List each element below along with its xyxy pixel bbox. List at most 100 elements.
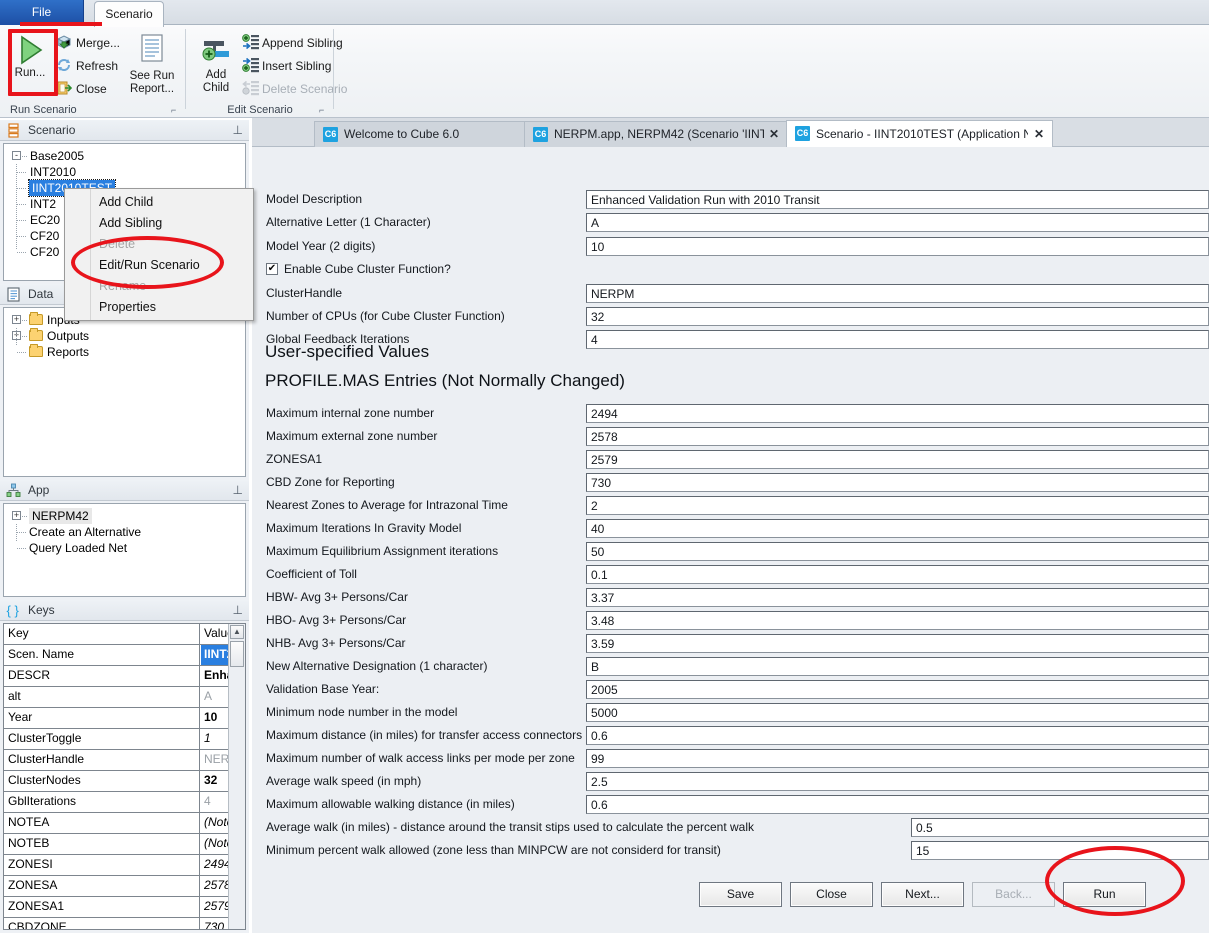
context-menu-item-properties[interactable]: Properties: [65, 297, 253, 318]
table-row[interactable]: ZONESA 2578: [4, 876, 245, 897]
average-walk-speed-input[interactable]: 2.5: [586, 772, 1209, 791]
table-row[interactable]: ZONESI 2494: [4, 855, 245, 876]
expand-toggle-icon[interactable]: +: [12, 511, 21, 520]
value-cell[interactable]: (Note: [201, 813, 229, 833]
global-feedback-iterations-input[interactable]: 4: [586, 330, 1209, 349]
scrollbar-thumb[interactable]: [230, 641, 244, 667]
number-of-cpus-input[interactable]: 32: [586, 307, 1209, 326]
hbo-persons-car-input[interactable]: 3.48: [586, 611, 1209, 630]
add-child-line2: Child: [190, 82, 242, 95]
tree-item-int2010[interactable]: INT2010: [4, 164, 245, 180]
tab-scenario[interactable]: Scenario: [94, 1, 164, 27]
tree-item-create-alternative[interactable]: Create an Alternative: [4, 524, 245, 540]
form-row-hbo-persons-car: HBO- Avg 3+ Persons/Car 3.48: [252, 610, 1209, 633]
context-menu-item-edit-run-scenario[interactable]: Edit/Run Scenario: [65, 255, 253, 276]
expand-toggle-icon[interactable]: -: [12, 151, 21, 160]
run-button[interactable]: Run...: [4, 33, 56, 80]
value-cell[interactable]: 32: [201, 771, 229, 791]
tree-item-nerpm42[interactable]: + NERPM42: [4, 508, 245, 524]
close-icon[interactable]: ✕: [769, 122, 779, 147]
keys-scrollbar[interactable]: ▲: [228, 624, 245, 929]
pin-icon[interactable]: ⊥: [233, 483, 243, 497]
average-walk-distance-input[interactable]: 0.5: [911, 818, 1209, 837]
close-scenario-button[interactable]: Close: [56, 80, 107, 97]
value-cell[interactable]: 4: [201, 792, 229, 812]
close-button[interactable]: Close: [790, 882, 873, 907]
value-cell[interactable]: NERP: [201, 750, 229, 770]
value-cell[interactable]: A: [201, 687, 229, 707]
table-row[interactable]: ClusterToggle 1: [4, 729, 245, 750]
add-child-button[interactable]: Add Child: [190, 35, 242, 95]
insert-sibling-button[interactable]: Insert Sibling: [242, 57, 331, 74]
tree-item-query-loaded-net[interactable]: Query Loaded Net: [4, 540, 245, 556]
coefficient-of-toll-input[interactable]: 0.1: [586, 565, 1209, 584]
close-icon[interactable]: ✕: [1034, 121, 1044, 148]
value-cell[interactable]: 2579: [201, 897, 229, 917]
value-cell[interactable]: 730: [201, 918, 229, 930]
alternative-letter-input[interactable]: A: [586, 213, 1209, 232]
max-transfer-distance-input[interactable]: 0.6: [586, 726, 1209, 745]
table-row[interactable]: Scen. Name IINT2: [4, 645, 245, 666]
pin-icon[interactable]: ⊥: [233, 123, 243, 137]
table-row[interactable]: DESCR Enha: [4, 666, 245, 687]
cbd-zone-input[interactable]: 730: [586, 473, 1209, 492]
scroll-up-arrow-icon[interactable]: ▲: [230, 625, 244, 639]
document-area: C6 Welcome to Cube 6.0 ✕ C6 NERPM.app, N…: [252, 118, 1209, 933]
new-alternative-designation-input[interactable]: B: [586, 657, 1209, 676]
expand-toggle-icon[interactable]: +: [12, 315, 21, 324]
see-run-report-button[interactable]: See Run Report...: [118, 33, 186, 96]
run-report-dialog-launcher-icon[interactable]: ⌐: [171, 106, 180, 115]
context-menu-item-add-sibling[interactable]: Add Sibling: [65, 213, 253, 234]
value-cell[interactable]: 10: [201, 708, 229, 728]
table-row[interactable]: NOTEA (Note: [4, 813, 245, 834]
doc-tab-nerpm-app[interactable]: C6 NERPM.app, NERPM42 (Scenario 'IINT20……: [524, 121, 788, 147]
enable-cube-cluster-checkbox[interactable]: ✔: [266, 263, 278, 275]
value-cell[interactable]: IINT2: [201, 645, 229, 665]
min-node-number-input[interactable]: 5000: [586, 703, 1209, 722]
tree-item-outputs[interactable]: + Outputs: [4, 328, 245, 344]
insert-sibling-icon: [242, 57, 258, 73]
nearest-zones-input[interactable]: 2: [586, 496, 1209, 515]
clusterhandle-input[interactable]: NERPM: [586, 284, 1209, 303]
value-cell[interactable]: Enha: [201, 666, 229, 686]
max-walk-access-links-input[interactable]: 99: [586, 749, 1209, 768]
table-row[interactable]: alt A: [4, 687, 245, 708]
max-internal-zone-input[interactable]: 2494: [586, 404, 1209, 423]
minimum-percent-walk-input[interactable]: 15: [911, 841, 1209, 860]
nhb-persons-car-input[interactable]: 3.59: [586, 634, 1209, 653]
table-row[interactable]: CBDZONE 730: [4, 918, 245, 930]
doc-tab-scenario-editor[interactable]: C6 Scenario - IINT2010TEST (Application …: [786, 120, 1053, 148]
table-row[interactable]: ZONESA1 2579: [4, 897, 245, 918]
context-menu-item-add-child[interactable]: Add Child: [65, 192, 253, 213]
value-cell[interactable]: 2578: [201, 876, 229, 896]
validation-base-year-input[interactable]: 2005: [586, 680, 1209, 699]
save-button[interactable]: Save: [699, 882, 782, 907]
append-sibling-button[interactable]: Append Sibling: [242, 34, 343, 51]
max-equilibrium-iterations-input[interactable]: 50: [586, 542, 1209, 561]
zonesa1-input[interactable]: 2579: [586, 450, 1209, 469]
run-form-button[interactable]: Run: [1063, 882, 1146, 907]
max-external-zone-input[interactable]: 2578: [586, 427, 1209, 446]
model-year-input[interactable]: 10: [586, 237, 1209, 256]
max-gravity-iterations-input[interactable]: 40: [586, 519, 1209, 538]
table-row[interactable]: ClusterHandle NERP: [4, 750, 245, 771]
next-button[interactable]: Next...: [881, 882, 964, 907]
table-row[interactable]: ClusterNodes 32: [4, 771, 245, 792]
model-description-input[interactable]: Enhanced Validation Run with 2010 Transi…: [586, 190, 1209, 209]
field-label: Average walk (in miles) - distance aroun…: [266, 820, 754, 834]
max-walking-distance-input[interactable]: 0.6: [586, 795, 1209, 814]
value-cell[interactable]: (Note: [201, 834, 229, 854]
pin-icon[interactable]: ⊥: [233, 603, 243, 617]
value-cell[interactable]: 1: [201, 729, 229, 749]
value-cell[interactable]: 2494: [201, 855, 229, 875]
table-row[interactable]: GblIterations 4: [4, 792, 245, 813]
merge-button[interactable]: Merge...: [56, 34, 120, 51]
table-row[interactable]: Year 10: [4, 708, 245, 729]
tree-connector: [17, 172, 27, 173]
tree-item-base2005[interactable]: - Base2005: [4, 148, 245, 164]
edit-scenario-dialog-launcher-icon[interactable]: ⌐: [319, 106, 328, 115]
hbw-persons-car-input[interactable]: 3.37: [586, 588, 1209, 607]
refresh-button[interactable]: Refresh: [56, 57, 118, 74]
table-row[interactable]: NOTEB (Note: [4, 834, 245, 855]
tree-item-reports[interactable]: Reports: [4, 344, 245, 360]
